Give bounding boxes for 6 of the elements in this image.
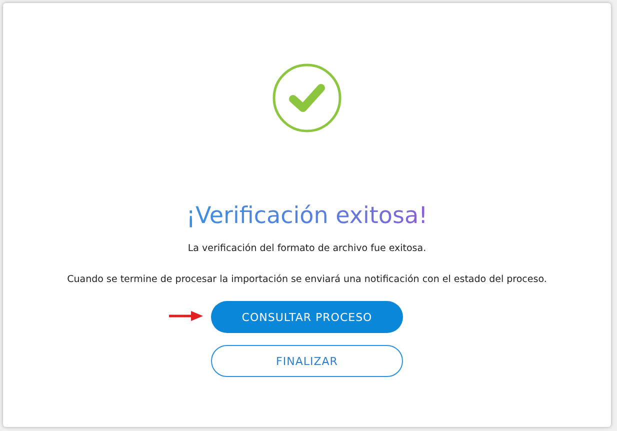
consult-button[interactable]: CONSULTAR PROCESO — [211, 301, 403, 333]
finish-button[interactable]: FINALIZAR — [211, 345, 403, 377]
message-text: Cuando se termine de procesar la importación se enviará una notificación con el estado del proceso. — [67, 274, 547, 285]
arrow-icon — [169, 311, 203, 321]
check-circle-icon — [272, 63, 342, 133]
message-text: La verificación del formato de archivo fue exitosa. — [188, 243, 426, 254]
